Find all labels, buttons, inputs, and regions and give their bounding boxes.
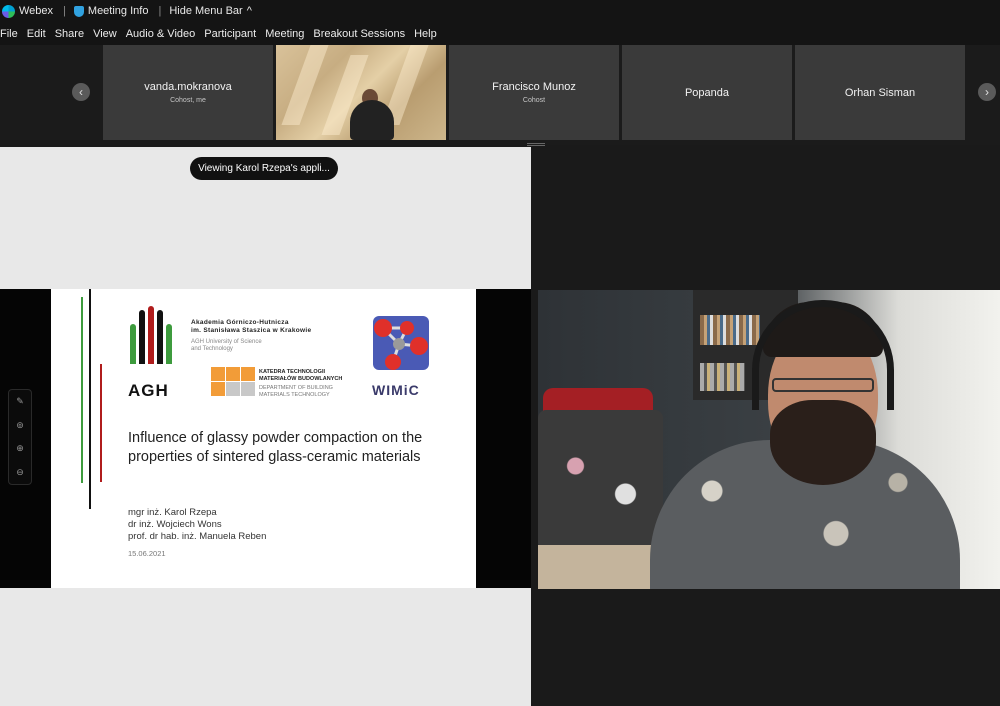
slide-author: prof. dr hab. inż. Manuela Reben	[128, 531, 267, 542]
chevron-up-icon: ^	[246, 5, 252, 17]
hide-menu-bar-button[interactable]: Hide Menu Bar ^	[169, 5, 252, 17]
participant-tile[interactable]: Orhan Sisman	[795, 45, 965, 140]
title-bar: Webex | Meeting Info | Hide Menu Bar ^	[0, 0, 1000, 22]
active-speaker-video[interactable]	[538, 290, 1000, 589]
menu-file[interactable]: File	[0, 28, 18, 40]
strip-resize-handle[interactable]	[527, 143, 545, 146]
university-name-pl: Akademia Górniczo-Hutnicza	[191, 319, 289, 326]
webex-app-menu[interactable]: Webex	[2, 4, 54, 18]
window-light	[281, 45, 329, 125]
strip-prev-button[interactable]: ‹	[72, 83, 90, 101]
slide-viewport: ✎ ⊚ ⊕ ⊖ AGH Akademia Górniczo-Hutnicza i…	[0, 289, 531, 588]
menu-bar: File Edit Share View Audio & Video Parti…	[0, 22, 1000, 45]
books	[700, 363, 745, 391]
slide-author: mgr inż. Karol Rzepa	[128, 507, 217, 518]
participant-strip: ‹ vanda.mokranova Cohost, me Francisco M…	[0, 45, 1000, 145]
annotate-icon[interactable]: ✎	[16, 396, 24, 407]
participant-role: Cohost	[522, 97, 546, 104]
slide-title: Influence of glassy powder compaction on…	[128, 430, 423, 465]
participant-name: vanda.mokranova	[144, 81, 232, 93]
annotation-toolbar: ✎ ⊚ ⊕ ⊖	[8, 389, 32, 485]
viewing-label: Viewing Karol Rzepa's appli...	[198, 163, 330, 174]
participant-silhouette	[350, 100, 394, 140]
meeting-info-button[interactable]: Meeting Info	[73, 5, 149, 17]
participant-video-tile[interactable]	[276, 45, 446, 140]
strip-next-button[interactable]: ›	[978, 83, 996, 101]
menu-audio-video[interactable]: Audio & Video	[126, 28, 196, 40]
meeting-info-label: Meeting Info	[87, 5, 149, 17]
participant-tile[interactable]: vanda.mokranova Cohost, me	[103, 45, 273, 140]
title-separator: |	[158, 5, 162, 17]
wimic-logo-text: WIMiC	[372, 382, 420, 398]
chevron-right-icon: ›	[985, 85, 989, 99]
department-name-pl: KATEDRA TECHNOLOGII	[259, 369, 325, 375]
shield-icon	[73, 5, 84, 17]
menu-view[interactable]: View	[93, 28, 117, 40]
viewing-share-indicator[interactable]: Viewing Karol Rzepa's appli...	[190, 157, 338, 180]
menu-help[interactable]: Help	[414, 28, 437, 40]
webex-logo-icon	[2, 4, 15, 18]
zoom-out-icon[interactable]: ⊖	[16, 467, 24, 478]
chevron-left-icon: ‹	[79, 85, 83, 99]
participant-tile[interactable]: Popanda	[622, 45, 792, 140]
menu-meeting[interactable]: Meeting	[265, 28, 304, 40]
speaker-beard	[770, 400, 876, 485]
green-rule	[81, 297, 83, 483]
hide-menu-label: Hide Menu Bar	[169, 5, 243, 17]
agh-logo	[130, 306, 180, 364]
participant-name: Orhan Sisman	[844, 86, 916, 99]
participant-name: Popanda	[684, 86, 730, 99]
black-rule	[89, 289, 91, 509]
red-rule	[100, 364, 102, 482]
university-name-en: AGH University of Science	[191, 339, 262, 345]
webex-window: Webex | Meeting Info | Hide Menu Bar ^ F…	[0, 0, 1000, 706]
menu-edit[interactable]: Edit	[27, 28, 46, 40]
department-name-pl-2: MATERIAŁÓW BUDOWLANYCH	[259, 376, 343, 382]
books	[700, 315, 760, 345]
department-logo	[211, 367, 256, 398]
participant-name: Francisco Munoz	[492, 81, 576, 93]
department-name-en: DEPARTMENT OF BUILDING	[259, 385, 333, 391]
app-name: Webex	[19, 5, 54, 17]
university-name-en-2: and Technology	[191, 346, 233, 352]
title-separator: |	[63, 5, 66, 17]
participant-tile[interactable]: Francisco Munoz Cohost	[449, 45, 619, 140]
menu-participant[interactable]: Participant	[204, 28, 256, 40]
agh-logo-text: AGH	[128, 381, 169, 400]
menu-share[interactable]: Share	[55, 28, 84, 40]
department-name-en-2: MATERIALS TECHNOLOGY	[259, 392, 330, 398]
shared-content-area: Viewing Karol Rzepa's appli... ✎ ⊚ ⊕ ⊖ A…	[0, 147, 531, 706]
presentation-slide: AGH Akademia Górniczo-Hutnicza im. Stani…	[51, 289, 476, 588]
menu-breakout-sessions[interactable]: Breakout Sessions	[313, 28, 405, 40]
university-name-pl-2: im. Stanisława Staszica w Krakowie	[191, 327, 312, 334]
slide-author: dr inż. Wojciech Wons	[128, 519, 222, 530]
zoom-in-icon[interactable]: ⊕	[16, 443, 24, 454]
pointer-icon[interactable]: ⊚	[16, 420, 24, 431]
share-background	[0, 588, 531, 706]
patterned-armchair	[538, 410, 663, 550]
slide-date: 15.06.2021	[128, 549, 166, 558]
participant-role: Cohost, me	[170, 97, 206, 104]
wimic-logo	[373, 316, 429, 370]
